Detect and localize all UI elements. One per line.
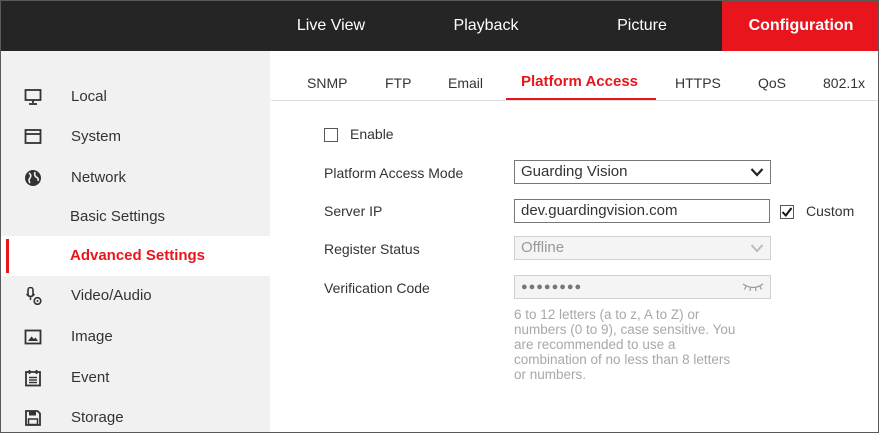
window-icon (24, 129, 42, 144)
platform-access-mode-value: Guarding Vision (521, 163, 628, 180)
register-status-value: Offline (521, 239, 565, 256)
platform-access-mode-select[interactable]: Guarding Vision (514, 160, 771, 184)
enable-label: Enable (350, 126, 394, 142)
sidebar-item-network[interactable]: Network (1, 158, 270, 198)
topnav-configuration[interactable]: Configuration (722, 1, 878, 51)
hidden-eye-icon[interactable] (742, 282, 764, 292)
enable-checkbox[interactable] (324, 128, 338, 142)
image-icon (24, 329, 42, 345)
active-tab-indicator (506, 98, 656, 100)
tab-snmp[interactable]: SNMP (307, 75, 347, 91)
sidebar-item-system[interactable]: System (1, 117, 270, 157)
hint-line: or numbers. (514, 367, 587, 382)
custom-checkbox[interactable] (780, 205, 794, 219)
globe-icon (25, 170, 41, 186)
server-ip-label: Server IP (324, 203, 383, 219)
top-nav-bar: Live View Playback Picture Configuration (1, 1, 878, 51)
sidebar-item-label: Local (71, 88, 107, 105)
verification-code-input[interactable]: ●●●●●●●● (514, 275, 771, 299)
tab-8021x[interactable]: 802.1x (823, 75, 865, 91)
calendar-icon (25, 370, 41, 387)
monitor-icon (24, 89, 42, 105)
server-ip-value: dev.guardingvision.com (521, 202, 678, 219)
sidebar-item-label: Network (71, 169, 127, 186)
verification-code-hint: 6 to 12 letters (a to z, A to Z) or numb… (514, 307, 779, 382)
topnav-live-view[interactable]: Live View (271, 1, 391, 51)
hint-line: combination of no less than 8 letters (514, 352, 731, 367)
sidebar: Local System Network Basic Settings Adva… (1, 51, 270, 432)
tab-ftp[interactable]: FTP (385, 75, 411, 91)
sidebar-item-basic-settings[interactable]: Basic Settings (1, 197, 270, 237)
sidebar-item-event[interactable]: Event (1, 358, 270, 398)
sidebar-item-label: Storage (71, 409, 124, 426)
server-ip-input[interactable]: dev.guardingvision.com (514, 199, 770, 223)
sidebar-item-advanced-settings[interactable]: Advanced Settings (1, 236, 270, 276)
verification-code-label: Verification Code (324, 280, 430, 296)
sidebar-item-video-audio[interactable]: Video/Audio (1, 276, 270, 316)
sidebar-item-label: Advanced Settings (70, 247, 206, 264)
sidebar-item-label: Video/Audio (71, 287, 152, 304)
sidebar-item-label: Basic Settings (70, 208, 166, 225)
sidebar-item-label: System (71, 128, 122, 145)
tab-qos[interactable]: QoS (758, 75, 786, 91)
custom-label: Custom (806, 203, 855, 219)
topnav-picture[interactable]: Picture (582, 1, 702, 51)
topnav-playback[interactable]: Playback (426, 1, 546, 51)
sidebar-item-label: Event (71, 369, 110, 386)
platform-access-mode-label: Platform Access Mode (324, 165, 464, 181)
hint-line: 6 to 12 letters (a to z, A to Z) or (514, 307, 700, 322)
register-status-label: Register Status (324, 241, 420, 257)
tab-https[interactable]: HTTPS (675, 75, 721, 91)
tab-platform-access[interactable]: Platform Access (521, 73, 638, 90)
register-status-select: Offline (514, 236, 771, 260)
hint-line: numbers (0 to 9), case sensitive. You (514, 322, 736, 337)
sidebar-item-local[interactable]: Local (1, 77, 270, 117)
chevron-down-icon (750, 168, 764, 177)
checkmark-icon (781, 207, 793, 218)
app-window: Live View Playback Picture Configuration… (0, 0, 879, 433)
chevron-down-icon (750, 244, 764, 253)
sidebar-item-storage[interactable]: Storage (1, 398, 270, 432)
tab-email[interactable]: Email (448, 75, 483, 91)
verification-code-value: ●●●●●●●● (521, 281, 583, 293)
sidebar-item-image[interactable]: Image (1, 317, 270, 357)
microphone-camera-icon (25, 287, 42, 305)
hint-line: are recommended to use a (514, 337, 676, 352)
sidebar-item-label: Image (71, 328, 113, 345)
floppy-disk-icon (25, 410, 41, 426)
